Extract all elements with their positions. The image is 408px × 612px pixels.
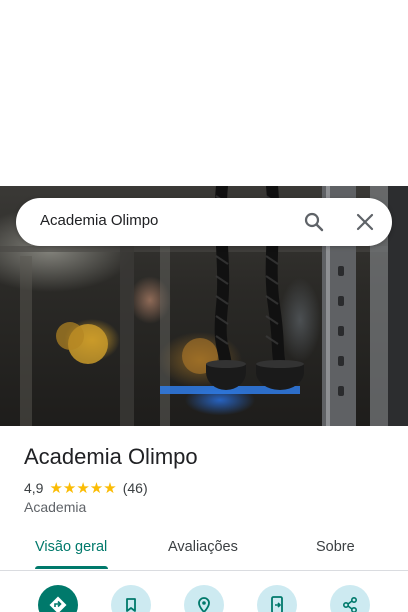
review-count[interactable]: (46) (123, 480, 148, 496)
send-to-phone-button[interactable] (257, 585, 297, 612)
rating-row[interactable]: 4,9 ★★★★★ (46) (24, 479, 148, 497)
place-category[interactable]: Academia (24, 499, 86, 515)
send-to-phone-icon (271, 596, 283, 612)
close-icon[interactable] (353, 210, 377, 234)
place-title: Academia Olimpo (24, 444, 198, 469)
search-icon[interactable] (302, 210, 326, 234)
search-bar[interactable]: Academia Olimpo (16, 198, 392, 246)
nearby-pin-icon (198, 597, 210, 612)
directions-button[interactable] (38, 585, 78, 612)
tab-reviews[interactable]: Avaliações (168, 539, 238, 555)
share-icon (342, 596, 358, 612)
directions-icon (49, 596, 67, 612)
bookmark-icon (126, 598, 136, 612)
search-input[interactable]: Academia Olimpo (40, 212, 158, 229)
tab-overview[interactable]: Visão geral (35, 539, 107, 555)
save-button[interactable] (111, 585, 151, 612)
nearby-button[interactable] (184, 585, 224, 612)
tab-bar: Visão geral Avaliações Sobre (0, 528, 408, 571)
action-bar (0, 582, 408, 612)
active-tab-indicator (35, 566, 108, 569)
share-button[interactable] (330, 585, 370, 612)
star-rating-icon: ★★★★★ (49, 479, 117, 497)
rating-value: 4,9 (24, 480, 44, 496)
tab-about[interactable]: Sobre (316, 539, 355, 555)
